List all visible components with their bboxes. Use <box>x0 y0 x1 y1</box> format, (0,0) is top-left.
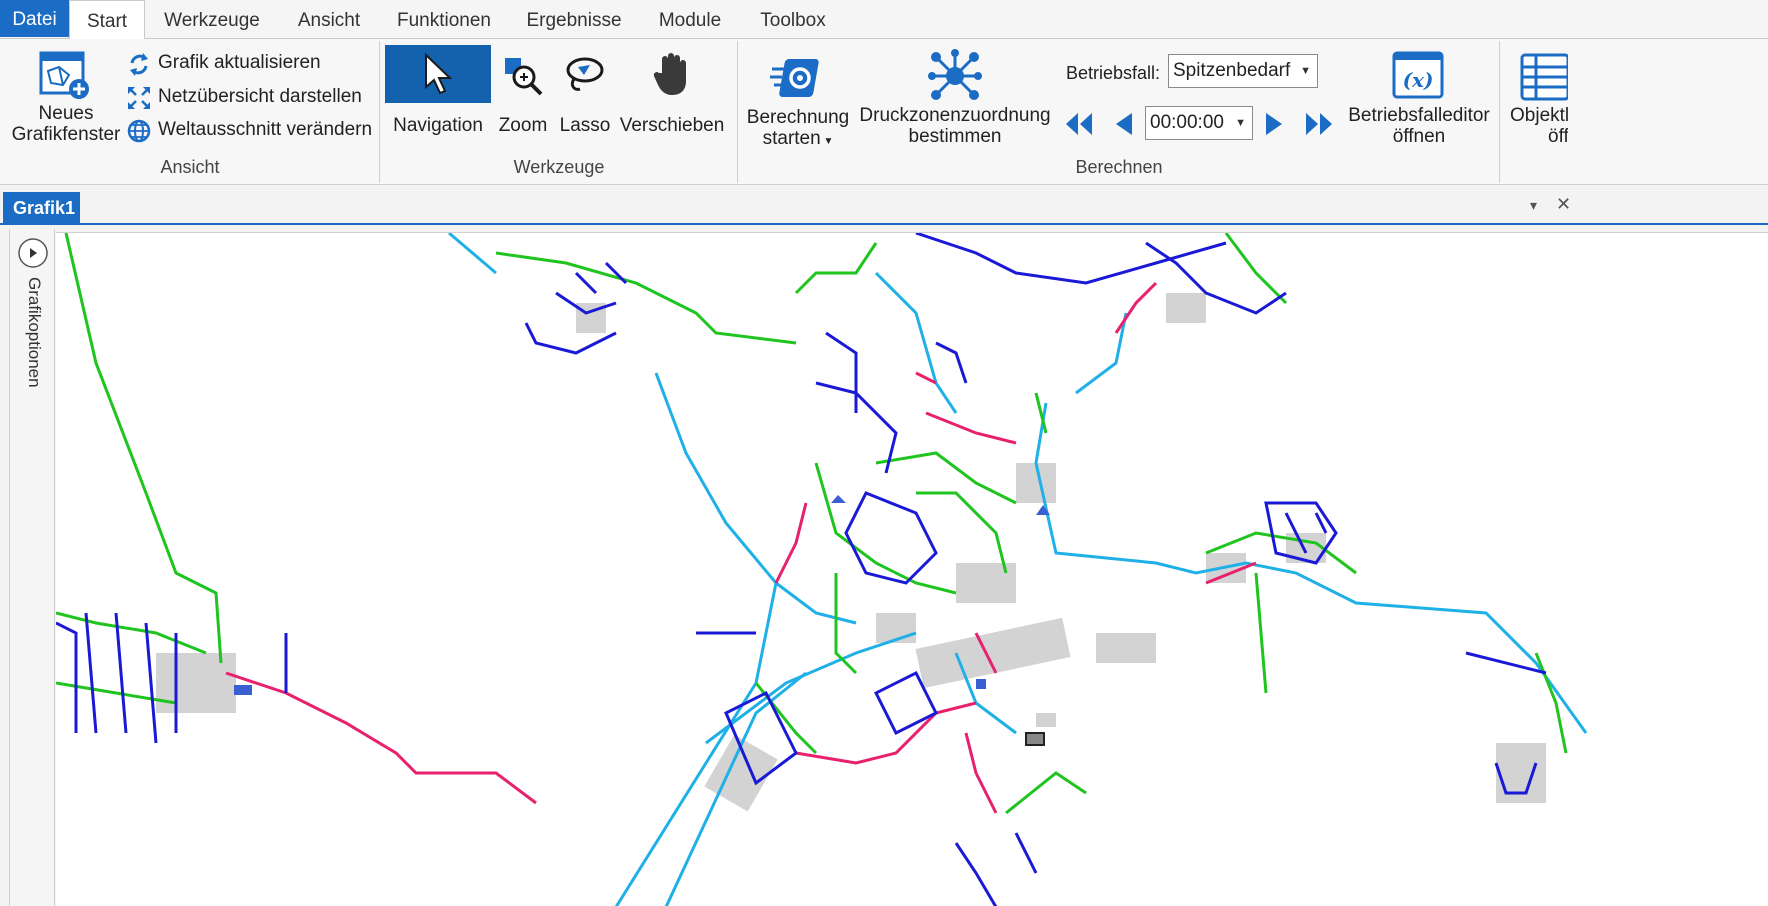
expand-icon <box>128 87 150 109</box>
pan-label: Verschieben <box>619 115 725 136</box>
tab-funktionen[interactable]: Funktionen <box>386 0 502 39</box>
dropdown-arrow-icon: ▼ <box>1235 117 1246 129</box>
graphic-options-label: Grafikoptionen <box>25 277 44 388</box>
editor-label-2: öffnen <box>1392 126 1446 147</box>
close-icon[interactable]: ✕ <box>1556 194 1571 215</box>
document-tab-grafik1[interactable]: Grafik1 <box>3 192 80 225</box>
red-pipes <box>225 281 1257 814</box>
refresh-graphic-button[interactable]: Grafik aktualisieren <box>126 51 366 77</box>
refresh-label: Grafik aktualisieren <box>158 52 321 73</box>
start-calculation-button[interactable]: Berechnung starten ▼ <box>744 49 852 153</box>
new-window-label-1: Neues <box>38 103 94 124</box>
object-button[interactable]: Objektl öff <box>1506 47 1568 151</box>
operating-case-value: Spitzenbedarf <box>1173 60 1291 81</box>
zoom-label: Zoom <box>498 115 548 136</box>
operating-case-select[interactable]: Spitzenbedarf ▼ <box>1168 54 1318 88</box>
blue-pipes <box>56 233 1547 906</box>
group-label-werkzeuge: Werkzeuge <box>513 157 605 177</box>
object-label-2: öff <box>1548 126 1568 147</box>
zoom-tool-button[interactable]: Zoom <box>494 45 552 145</box>
object-table-icon <box>1520 53 1568 101</box>
next-step-icon[interactable] <box>1262 111 1288 137</box>
menu-tab-bar: Datei Start Werkzeuge Ansicht Funktionen… <box>0 0 1768 40</box>
new-window-icon <box>39 51 89 99</box>
tab-werkzeuge[interactable]: Werkzeuge <box>152 0 272 39</box>
new-graphic-window-button[interactable]: Neues Grafikfenster <box>8 47 124 147</box>
tab-module[interactable]: Module <box>646 0 734 39</box>
green-pipes <box>56 233 1568 815</box>
ribbon: Neues Grafikfenster Grafik aktualisieren… <box>0 39 1768 185</box>
network-symbols <box>234 495 1050 746</box>
dropdown-arrow-icon: ▼ <box>820 136 834 147</box>
overview-label: Netzübersicht darstellen <box>158 86 362 107</box>
document-tab-bar: Grafik1 ▾ ✕ <box>0 186 1768 225</box>
pressure-label-1: Druckzonenzuordnung <box>859 105 1051 126</box>
tab-toolbox[interactable]: Toolbox <box>748 0 838 39</box>
pan-tool-button[interactable]: Verschieben <box>618 45 726 145</box>
cursor-arrow-icon <box>425 53 453 95</box>
calc-label-2: starten <box>762 128 821 149</box>
lasso-tool-button[interactable]: Lasso <box>556 45 614 145</box>
time-step-select[interactable]: 00:00:00 ▼ <box>1145 106 1253 140</box>
change-world-extent-button[interactable]: Weltausschnitt verändern <box>126 118 373 144</box>
group-label-ansicht: Ansicht <box>160 157 220 177</box>
navigation-label: Navigation <box>393 115 483 136</box>
previous-step-icon[interactable] <box>1110 111 1136 137</box>
first-step-icon[interactable] <box>1064 111 1094 137</box>
operating-case-label: Betriebsfall: <box>1066 63 1161 83</box>
calculation-gear-icon <box>770 59 819 97</box>
hand-icon <box>653 53 686 95</box>
group-label-berechnen: Berechnen <box>1075 157 1163 177</box>
object-label-1: Objektl <box>1510 105 1568 126</box>
lasso-icon <box>566 57 604 91</box>
group-separator <box>1499 41 1500 183</box>
tab-start[interactable]: Start <box>69 0 145 40</box>
svg-text:(x): (x) <box>1403 68 1434 92</box>
operating-case-editor-button[interactable]: (x) Betriebsfalleditor öffnen <box>1346 47 1492 151</box>
zoom-icon <box>505 58 543 96</box>
network-nodes-icon <box>928 49 982 100</box>
network-map[interactable] <box>56 232 1768 906</box>
new-window-label-2: Grafikfenster <box>11 124 121 145</box>
pipe-network-drawing[interactable] <box>56 233 1768 906</box>
tab-ergebnisse[interactable]: Ergebnisse <box>518 0 630 39</box>
tab-menu-icon[interactable]: ▾ <box>1530 197 1537 214</box>
pressure-zone-button[interactable]: Druckzonenzuordnung bestimmen <box>858 45 1052 149</box>
editor-label-1: Betriebsfalleditor <box>1348 105 1490 126</box>
graphic-options-panel[interactable]: Grafikoptionen <box>9 229 55 906</box>
lasso-label: Lasso <box>559 115 611 136</box>
calc-label-1: Berechnung <box>746 107 850 128</box>
globe-icon <box>127 119 151 143</box>
refresh-icon <box>130 53 148 76</box>
network-overview-button[interactable]: Netzübersicht darstellen <box>126 85 366 111</box>
dropdown-arrow-icon: ▼ <box>1300 65 1311 77</box>
time-step-value: 00:00:00 <box>1150 112 1224 133</box>
navigation-tool-button[interactable]: Navigation <box>385 45 491 145</box>
variable-x-icon: (x) <box>1392 51 1444 99</box>
expand-panel-icon[interactable] <box>17 237 49 269</box>
tab-datei[interactable]: Datei <box>0 0 69 37</box>
tab-ansicht[interactable]: Ansicht <box>286 0 372 39</box>
world-label: Weltausschnitt verändern <box>158 119 373 140</box>
pressure-label-2: bestimmen <box>908 126 1002 147</box>
last-step-icon[interactable] <box>1304 111 1334 137</box>
